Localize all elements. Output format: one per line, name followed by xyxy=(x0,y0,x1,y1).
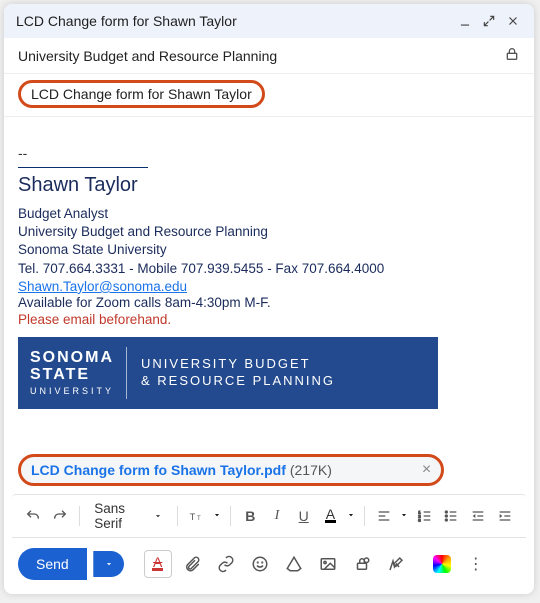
separator xyxy=(364,506,365,526)
align-icon[interactable] xyxy=(373,503,396,529)
underline-button[interactable]: U xyxy=(292,503,315,529)
redo-icon[interactable] xyxy=(49,503,72,529)
chevron-down-icon[interactable] xyxy=(212,507,222,525)
drive-icon[interactable] xyxy=(280,550,308,578)
bottom-toolbar: Send A ⋮ xyxy=(4,538,534,594)
strike-format-button[interactable]: A xyxy=(144,550,172,578)
font-size-icon[interactable]: TT xyxy=(185,503,208,529)
insert-image-icon[interactable] xyxy=(314,550,342,578)
signature-phones: Tel. 707.664.3331 - Mobile 707.939.5455 … xyxy=(18,260,520,278)
chevron-down-icon xyxy=(153,509,163,524)
signature-email[interactable]: Shawn.Taylor@sonoma.edu xyxy=(18,279,187,294)
signature-rule xyxy=(18,167,148,168)
format-toolbar: Sans Serif TT B I U A 123 xyxy=(12,494,526,538)
signature-separator: -- xyxy=(18,145,520,161)
signature-name: Shawn Taylor xyxy=(18,174,520,197)
titlebar: LCD Change form for Shawn Taylor xyxy=(4,4,534,38)
confidential-mode-icon[interactable] xyxy=(348,550,376,578)
banner-right-2: & RESOURCE PLANNING xyxy=(141,373,335,390)
banner-left: SONOMA STATE UNIVERSITY xyxy=(18,337,126,409)
subject-text: LCD Change form for Shawn Taylor xyxy=(18,80,265,108)
email-body[interactable]: -- Shawn Taylor Budget Analyst Universit… xyxy=(4,117,534,444)
expand-icon[interactable] xyxy=(480,12,498,30)
banner-right-1: UNIVERSITY BUDGET xyxy=(141,356,335,373)
lock-icon xyxy=(504,46,520,65)
chevron-down-icon[interactable] xyxy=(399,507,409,525)
attachment-row: LCD Change form fo Shawn Taylor.pdf (217… xyxy=(4,444,534,490)
signature-availability: Available for Zoom calls 8am-4:30pm M-F. xyxy=(18,294,520,312)
subject-row[interactable]: LCD Change form for Shawn Taylor xyxy=(4,74,534,117)
indent-less-icon[interactable] xyxy=(467,503,490,529)
attachment-remove-icon[interactable]: × xyxy=(422,461,431,479)
banner-left-2: STATE xyxy=(30,367,114,384)
minimize-icon[interactable] xyxy=(456,12,474,30)
svg-text:T: T xyxy=(189,512,195,522)
bulleted-list-icon[interactable] xyxy=(440,503,463,529)
italic-button[interactable]: I xyxy=(266,503,289,529)
banner-left-3: UNIVERSITY xyxy=(30,386,114,396)
attachment-name: LCD Change form fo Shawn Taylor.pdf xyxy=(31,462,286,478)
separator xyxy=(177,506,178,526)
font-family-select[interactable]: Sans Serif xyxy=(88,501,168,531)
recipient-name: University Budget and Resource Planning xyxy=(18,48,504,64)
text-color-button[interactable]: A xyxy=(319,503,342,529)
send-button[interactable]: Send xyxy=(18,548,87,580)
separator xyxy=(230,506,231,526)
svg-text:T: T xyxy=(197,516,201,522)
signature-org: Sonoma State University xyxy=(18,241,520,259)
close-icon[interactable] xyxy=(504,12,522,30)
chevron-down-icon[interactable] xyxy=(346,507,356,525)
attach-file-icon[interactable] xyxy=(178,550,206,578)
signature-title: Budget Analyst xyxy=(18,205,520,223)
send-more-button[interactable] xyxy=(93,551,124,577)
more-options-icon[interactable]: ⋮ xyxy=(462,550,490,578)
attachment-size: (217K) xyxy=(290,462,332,478)
banner-left-1: SONOMA xyxy=(30,350,114,367)
indent-more-icon[interactable] xyxy=(493,503,516,529)
separator xyxy=(79,506,80,526)
window-title: LCD Change form for Shawn Taylor xyxy=(16,13,450,29)
compose-window: LCD Change form for Shawn Taylor Univers… xyxy=(4,4,534,594)
undo-icon[interactable] xyxy=(22,503,45,529)
bold-button[interactable]: B xyxy=(239,503,262,529)
attachment-chip[interactable]: LCD Change form fo Shawn Taylor.pdf (217… xyxy=(18,454,444,486)
numbered-list-icon[interactable]: 123 xyxy=(413,503,436,529)
rainbow-icon xyxy=(433,555,451,573)
banner-right: UNIVERSITY BUDGET & RESOURCE PLANNING xyxy=(127,337,349,409)
signature-icon[interactable] xyxy=(382,550,410,578)
svg-text:3: 3 xyxy=(418,517,421,522)
font-family-label: Sans Serif xyxy=(94,501,146,531)
signature-dept: University Budget and Resource Planning xyxy=(18,223,520,241)
signature-warning: Please email beforehand. xyxy=(18,312,520,327)
signature-banner: SONOMA STATE UNIVERSITY UNIVERSITY BUDGE… xyxy=(18,337,438,409)
emoji-icon[interactable] xyxy=(246,550,274,578)
recipients-row[interactable]: University Budget and Resource Planning xyxy=(4,38,534,74)
extension-icon[interactable] xyxy=(428,550,456,578)
insert-link-icon[interactable] xyxy=(212,550,240,578)
